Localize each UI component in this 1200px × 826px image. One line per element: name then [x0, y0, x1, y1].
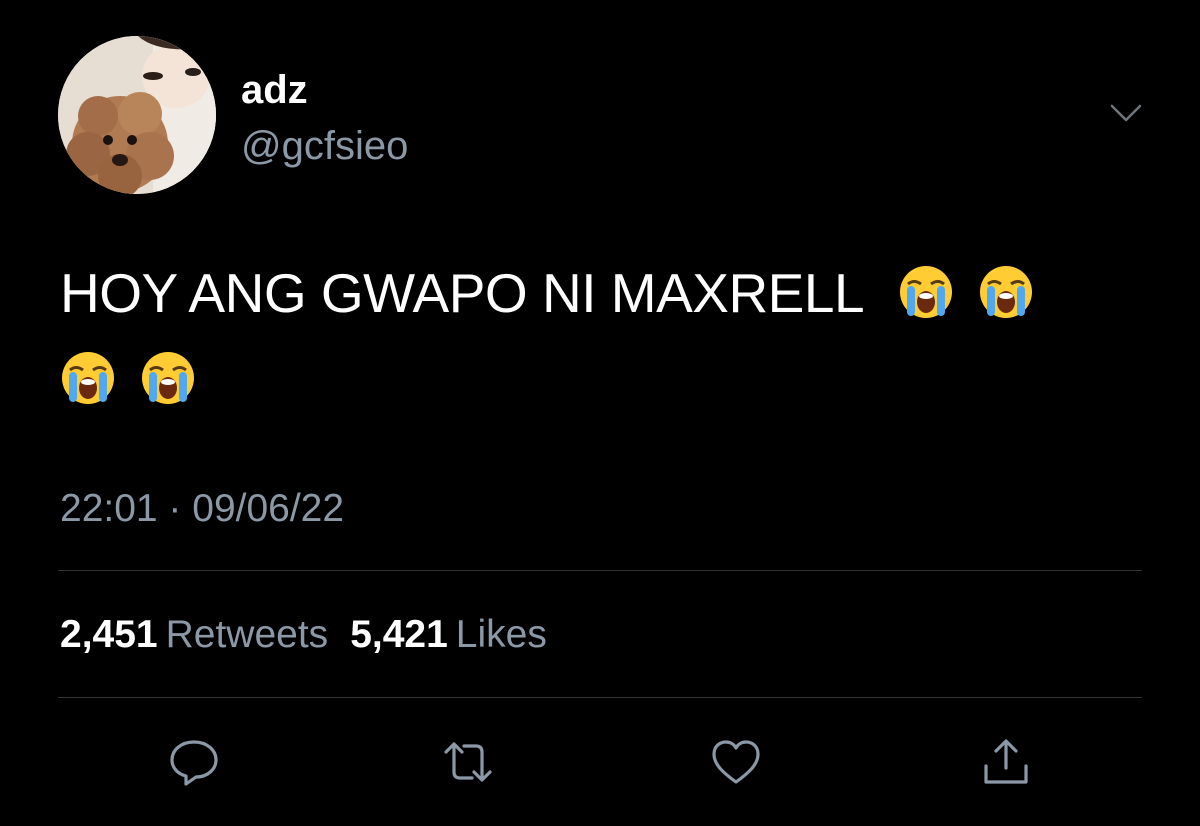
retweets-count[interactable]: 2,451 [60, 613, 158, 656]
like-button[interactable] [708, 736, 764, 788]
loudly-crying-face-icon [898, 262, 954, 322]
tweet-text-content: HOY ANG GWAPO NI MAXRELL [60, 262, 865, 324]
user-handle[interactable]: @gcfsieo [241, 124, 408, 168]
loudly-crying-face-icon [978, 262, 1034, 322]
retweets-label[interactable]: Retweets [166, 613, 329, 656]
share-button[interactable] [978, 736, 1034, 788]
likes-count[interactable]: 5,421 [350, 613, 448, 656]
likes-label[interactable]: Likes [456, 613, 547, 656]
loudly-crying-face-icon [140, 348, 196, 408]
tweet-stats: 2,451 Retweets 5,421 Likes [60, 612, 547, 658]
divider [58, 570, 1142, 571]
heart-icon [708, 736, 764, 788]
display-name[interactable]: adz [241, 68, 308, 112]
retweet-icon [440, 736, 496, 788]
share-icon [978, 736, 1034, 788]
divider [58, 697, 1142, 698]
reply-icon [166, 736, 222, 788]
tweet-card: adz @gcfsieo HOY ANG GWAPO NI MAXRELL 22… [0, 0, 1200, 826]
chevron-down-icon[interactable] [1106, 98, 1146, 128]
retweet-button[interactable] [440, 736, 496, 788]
tweet-timestamp[interactable]: 22:01 · 09/06/22 [60, 486, 344, 532]
tweet-text: HOY ANG GWAPO NI MAXRELL [60, 250, 1160, 422]
loudly-crying-face-icon [60, 348, 116, 408]
reply-button[interactable] [166, 736, 222, 788]
avatar[interactable] [58, 36, 216, 194]
